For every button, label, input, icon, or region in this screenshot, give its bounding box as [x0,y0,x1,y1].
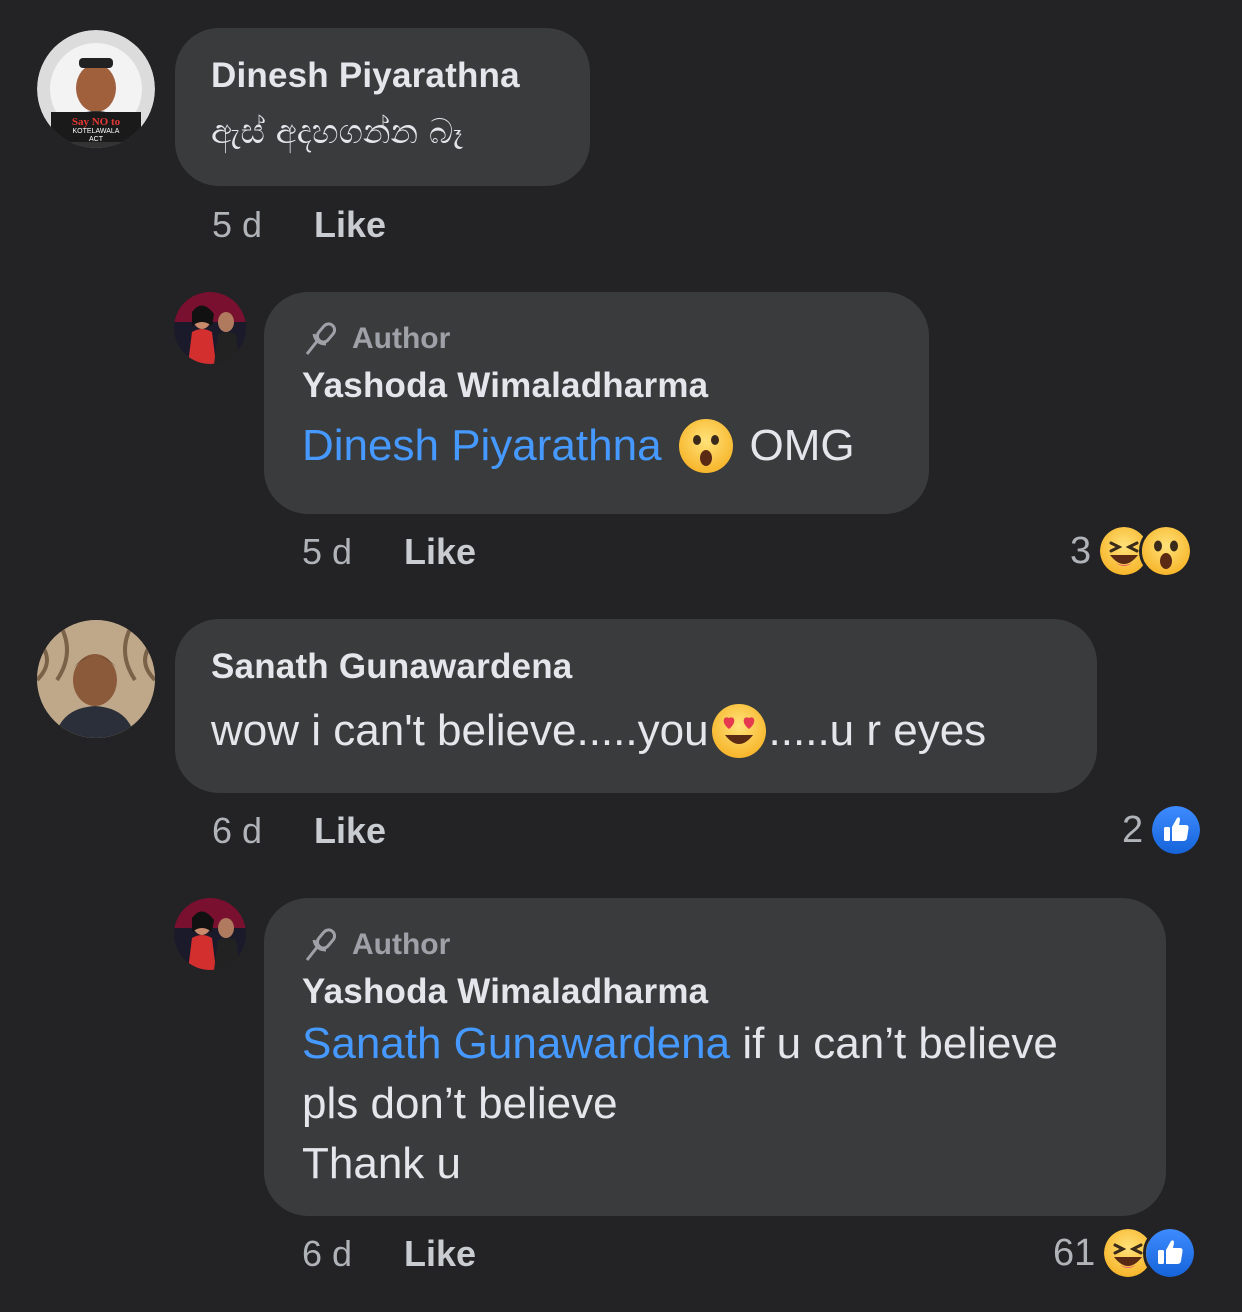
comment-text-line: Sanath Gunawardena if u can’t believe [302,1014,1128,1074]
reaction-count: 3 [1070,529,1092,572]
comment-author[interactable]: Dinesh Piyarathna [211,56,554,96]
comment-text: Dinesh Piyarathna OMG [302,416,891,476]
comment-text: wow i can't believe.....you .....u r eye… [211,701,1061,761]
comment-text: ඇස් අදහගන්න බෑ [211,112,463,152]
comment-author[interactable]: Yashoda Wimaladharma [302,972,1128,1012]
like-button[interactable]: Like [404,1233,476,1275]
reaction-summary[interactable]: 3 [1070,524,1194,578]
comment-text: Sanath Gunawardena if u can’t believe pl… [302,1014,1128,1194]
author-badge: Author [302,926,1128,964]
wow-icon [1139,524,1194,578]
reaction-summary[interactable]: 2 [1122,803,1204,857]
comment-bubble: Sanath Gunawardena wow i can't believe..… [175,619,1097,793]
avatar[interactable]: Say NO to KOTELAWALA ACT [37,30,155,148]
comment-text-after: .....u r eyes [768,706,987,755]
reaction-count: 61 [1053,1231,1096,1274]
comment-time[interactable]: 5 d [302,531,352,573]
comment-meta: 6 d Like [212,810,386,852]
like-button[interactable]: Like [314,204,386,246]
avatar[interactable] [37,620,155,738]
comment-time[interactable]: 6 d [212,810,262,852]
mention-link[interactable]: Sanath Gunawardena [302,1019,730,1068]
like-icon [1143,1226,1198,1280]
heart-eyes-emoji-icon [711,704,766,758]
like-icon [1149,803,1204,857]
comment-author[interactable]: Sanath Gunawardena [211,647,1061,687]
like-button[interactable]: Like [404,531,476,573]
comment-text-before: wow i can't believe.....you [211,706,709,755]
reaction-summary[interactable]: 61 [1053,1226,1198,1280]
microphone-icon [305,322,337,355]
comment-bubble: Dinesh Piyarathna ඇස් අදහගන්න බෑ [175,28,590,186]
astonished-emoji-icon [678,419,733,473]
reply-bubble: Author Yashoda Wimaladharma Sanath Gunaw… [264,898,1166,1216]
author-badge: Author [302,320,891,358]
reaction-count: 2 [1122,808,1144,851]
avatar[interactable] [174,898,246,970]
comment-meta: 5 d Like [212,204,386,246]
comment-text-after: if u can’t believe [742,1019,1058,1068]
reply-meta: 6 d Like [302,1233,476,1275]
reply-meta: 5 d Like [302,531,476,573]
microphone-icon [305,928,337,961]
reply-bubble: Author Yashoda Wimaladharma Dinesh Piyar… [264,292,929,514]
like-button[interactable]: Like [314,810,386,852]
comment-text-line: pls don’t believe [302,1079,618,1128]
author-badge-label: Author [352,322,451,355]
mention-link[interactable]: Dinesh Piyarathna [302,416,662,476]
comment-author[interactable]: Yashoda Wimaladharma [302,366,891,406]
comment-time[interactable]: 5 d [212,204,262,246]
comment-text-after: OMG [749,421,855,470]
author-badge-label: Author [352,928,451,961]
avatar[interactable] [174,292,246,364]
comment-text-line: Thank u [302,1139,461,1188]
comment-time[interactable]: 6 d [302,1233,352,1275]
